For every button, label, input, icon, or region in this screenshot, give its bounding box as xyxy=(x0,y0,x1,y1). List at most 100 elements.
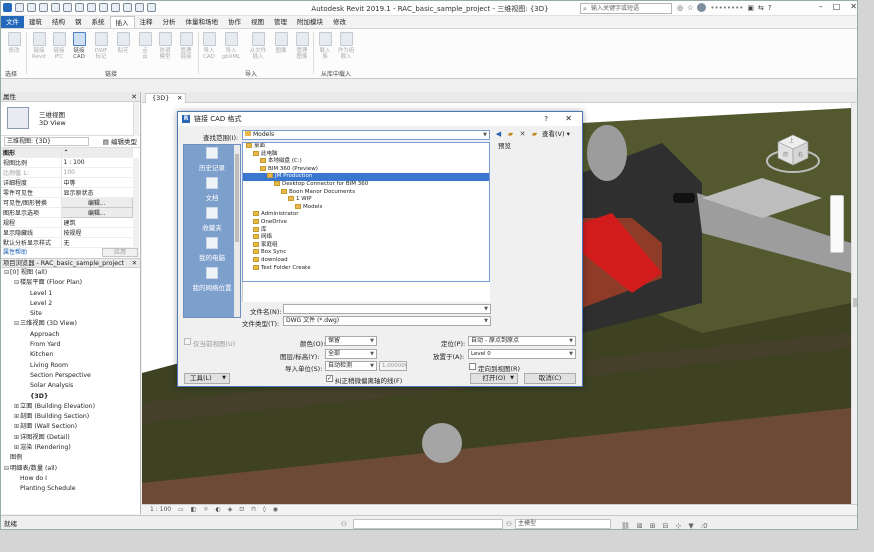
place-favorites[interactable]: 收藏夹 xyxy=(184,205,240,235)
tab-analyze[interactable]: 分析 xyxy=(158,16,181,28)
crop-view-icon[interactable]: ⊡ xyxy=(239,505,244,515)
browser-item[interactable]: ⊟三维视图 (3D View) xyxy=(1,319,140,329)
link-revit-button[interactable]: 链接 Revit xyxy=(29,32,49,60)
import-gbxml-button[interactable]: 导入 gbXML xyxy=(221,32,241,60)
properties-scrollbar[interactable] xyxy=(133,158,139,261)
tab-collaborate[interactable]: 协作 xyxy=(223,16,246,28)
filetype-select[interactable]: DWG 文件 (*.dwg) ▼ xyxy=(283,316,491,326)
cart-icon[interactable]: ▣ xyxy=(747,4,754,12)
shadows-icon[interactable]: ◐ xyxy=(216,505,221,515)
coordination-model-button[interactable]: 协调 模型 xyxy=(155,32,175,60)
user-name[interactable]: •••••••• xyxy=(710,4,743,12)
link-ifc-button[interactable]: 链接 IFC xyxy=(49,32,69,60)
user-avatar[interactable] xyxy=(697,3,707,12)
browser-item[interactable]: From Yard xyxy=(1,340,140,350)
browser-item[interactable]: Level 1 xyxy=(1,289,140,299)
view-menu[interactable]: 查看(V) ▾ xyxy=(542,130,570,139)
viewcube[interactable]: 上 前 右 xyxy=(764,131,822,175)
browser-item[interactable]: 图例 xyxy=(1,453,140,463)
dwf-markup-button[interactable]: DWF 标记 xyxy=(91,32,111,60)
up-folder-icon[interactable]: ▰ xyxy=(506,130,515,139)
look-in-item[interactable]: Models xyxy=(243,203,489,212)
look-in-select[interactable]: Models ▼ xyxy=(242,130,490,140)
browser-item[interactable]: Kitchen xyxy=(1,350,140,360)
select-links-icon[interactable]: ⛓ xyxy=(621,519,630,529)
browser-item[interactable]: Site xyxy=(1,309,140,319)
browser-item[interactable]: ⊞剖面 (Building Section) xyxy=(1,412,140,422)
design-options-icon[interactable]: ⚇ xyxy=(506,517,512,529)
tab-modify[interactable]: 修改 xyxy=(328,16,351,28)
link-cad-button[interactable]: 链接 CAD xyxy=(69,32,89,60)
look-in-item[interactable]: Boon Manor Documents xyxy=(243,188,489,197)
scroll-thumb[interactable] xyxy=(235,154,239,242)
filename-input[interactable]: ▼ xyxy=(283,304,491,314)
look-in-item[interactable]: JM Production xyxy=(243,173,489,181)
view-instance-select[interactable]: 三维视图: {3D} xyxy=(4,136,89,146)
filter-icon[interactable]: ▼ xyxy=(688,519,693,529)
visual-style-icon[interactable]: ◧ xyxy=(191,505,197,515)
delete-icon[interactable]: ✕ xyxy=(518,130,527,139)
temporary-hide-icon[interactable]: ◊ xyxy=(263,505,266,515)
look-in-item[interactable]: 库 xyxy=(243,226,489,235)
browser-item[interactable]: Solar Analysis xyxy=(1,381,140,391)
properties-help-link[interactable]: 属性帮助 xyxy=(3,249,27,256)
browser-item[interactable]: Planting Schedule xyxy=(1,484,140,494)
look-in-item[interactable]: Administrator xyxy=(243,211,489,219)
tab-insert[interactable]: 插入 xyxy=(109,16,135,28)
look-in-item[interactable]: 网络 xyxy=(243,234,489,242)
prop-value[interactable]: 中等 xyxy=(61,177,133,188)
viewport-scrollbar[interactable] xyxy=(851,103,857,506)
apply-button[interactable]: 应用 xyxy=(102,248,138,257)
current-view-only-checkbox[interactable] xyxy=(184,338,191,345)
file-list[interactable] xyxy=(242,282,490,302)
back-icon[interactable]: ◀ xyxy=(494,130,503,139)
close-icon[interactable]: ✕ xyxy=(131,92,137,102)
look-in-item[interactable]: Desktop Connector for BIM 360 xyxy=(243,180,489,189)
sun-path-icon[interactable]: ☼ xyxy=(203,505,208,515)
edit-vg-button[interactable]: 编辑... xyxy=(60,197,133,208)
scroll-thumb[interactable] xyxy=(853,298,857,307)
star-icon[interactable]: ☆ xyxy=(687,4,693,12)
help-icon[interactable]: ? xyxy=(768,4,772,12)
browser-item[interactable]: ⊟[0] 视图 (all) xyxy=(1,268,140,278)
tools-button[interactable]: 工具(L) ▼ xyxy=(184,373,230,384)
point-cloud-button[interactable]: 点云 xyxy=(135,32,155,60)
view-scale[interactable]: 1 : 100 xyxy=(150,505,171,515)
search-input[interactable]: ⌕ 输入关键字或短语 xyxy=(580,3,672,14)
close-icon[interactable]: ✕ xyxy=(850,2,857,11)
import-units-select[interactable]: 自动检测 ▼ xyxy=(325,361,377,371)
browser-item[interactable]: Section Perspective xyxy=(1,371,140,381)
look-in-item[interactable]: 家庭组 xyxy=(243,241,489,250)
design-option-combo[interactable]: 主模型 xyxy=(515,519,611,529)
browser-item[interactable]: ⊞渲染 (Rendering) xyxy=(1,443,140,453)
load-family-button[interactable]: 载入族 xyxy=(315,32,335,60)
look-in-item[interactable]: OneDrive xyxy=(243,218,489,227)
prop-value[interactable]: 显示原状态 xyxy=(61,187,133,198)
open-button[interactable]: 打开(O) ▼ xyxy=(470,373,518,384)
viewcube-front[interactable]: 前 xyxy=(783,151,788,158)
reveal-hidden-icon[interactable]: ◉ xyxy=(273,505,278,515)
colors-select[interactable]: 保留 ▼ xyxy=(325,336,377,346)
viewcube-top[interactable]: 上 xyxy=(789,137,794,144)
close-button[interactable]: ✕ xyxy=(565,112,572,126)
look-in-item[interactable]: 桌面 xyxy=(243,143,489,151)
exchange-icon[interactable]: ⇆ xyxy=(758,4,764,12)
place-network[interactable]: 我的网络位置 xyxy=(184,265,240,295)
prop-value[interactable]: 1 : 100 xyxy=(61,157,133,168)
look-in-item[interactable]: Box Sync xyxy=(243,249,489,257)
tab-systems[interactable]: 系统 xyxy=(87,16,110,28)
tab-massing-site[interactable]: 体量和场地 xyxy=(181,16,224,28)
group-select-label[interactable]: 选择 xyxy=(5,69,17,78)
browser-item[interactable]: ⊟楼层平面 (Floor Plan) xyxy=(1,278,140,288)
image-button[interactable]: 图像 xyxy=(271,32,291,54)
look-in-item[interactable]: 1 WIP xyxy=(243,196,489,204)
positioning-select[interactable]: 自动 - 原点到原点 ▼ xyxy=(468,336,576,346)
tab-steel[interactable]: 钢 xyxy=(70,16,87,28)
select-underlay-icon[interactable]: ⊠ xyxy=(637,519,643,529)
look-in-item[interactable]: Test Folder Create xyxy=(243,264,489,273)
decal-button[interactable]: 贴花 xyxy=(113,32,133,54)
minimize-icon[interactable]: – xyxy=(819,2,823,11)
manage-images-button[interactable]: 管理 图像 xyxy=(292,32,312,60)
tab-annotate[interactable]: 注释 xyxy=(135,16,158,28)
layers-select[interactable]: 全部 ▼ xyxy=(325,349,377,359)
